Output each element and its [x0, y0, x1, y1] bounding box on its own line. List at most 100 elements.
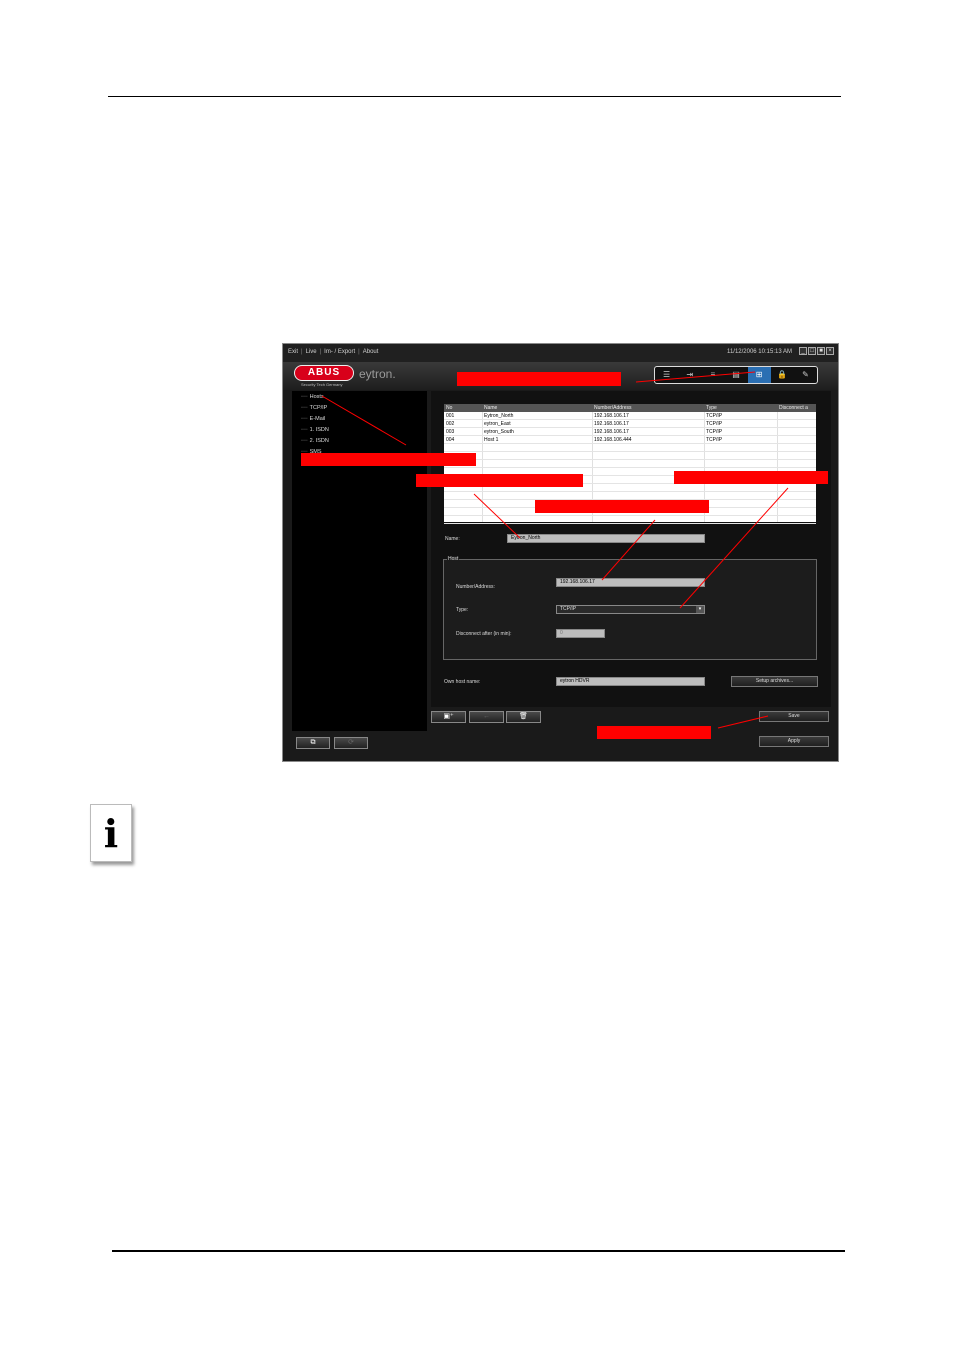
info-icon: i	[90, 804, 132, 862]
table-cell: Host 1	[484, 437, 499, 443]
table-header: No Name Number/Address Type Disconnect a	[444, 404, 816, 412]
trash-icon: 🗑	[519, 713, 528, 720]
column-header[interactable]: Name	[484, 405, 497, 411]
table-cell: 192.168.106.17	[594, 421, 629, 427]
own-host-field[interactable]: eytron HDVR	[556, 677, 705, 686]
tools-icon[interactable]: ✎	[794, 367, 817, 383]
brand-name: eytron.	[359, 367, 396, 381]
tree-connector: ┄┄	[301, 438, 308, 444]
add-host-button[interactable]: ▣⁺	[431, 711, 466, 723]
menu-about[interactable]: About	[363, 349, 379, 355]
main-menu: Exit | Live | Im- / Export | About	[288, 349, 379, 355]
callout-toolbar	[457, 372, 621, 386]
table-row[interactable]	[444, 516, 816, 524]
table-cell: 003	[446, 429, 455, 435]
tree-item-label: 2. ISDN	[309, 438, 329, 444]
host-group: Host Number/Address: 192.168.106.17 Type…	[443, 556, 817, 660]
table-row[interactable]: 003 eytron_South 192.168.106.17 TCP/IP	[444, 428, 816, 436]
table-row[interactable]: 001 Eytron_North 192.168.106.17 TCP/IP	[444, 412, 816, 420]
save-button[interactable]: Save	[759, 711, 829, 722]
logo-tagline: Security Tech Germany	[301, 382, 343, 387]
export-icon[interactable]: ⇥	[678, 367, 701, 383]
maximize-icon[interactable]: ■	[817, 347, 825, 355]
tree-item[interactable]: ┄┄ 1. ISDN	[301, 427, 329, 433]
setup-archives-button[interactable]: Setup archives...	[731, 676, 818, 687]
table-cell: 192.168.106.17	[594, 413, 629, 419]
table-cell: eytron_South	[484, 429, 514, 435]
table-row[interactable]	[444, 492, 816, 500]
lock-icon[interactable]: 🔒	[771, 367, 794, 383]
close-icon[interactable]: ×	[826, 347, 834, 355]
add-host-icon: ▣⁺	[443, 713, 454, 720]
table-row[interactable]: 002 eytron_East 192.168.106.17 TCP/IP	[444, 420, 816, 428]
delete-host-button[interactable]: 🗑	[506, 711, 541, 723]
column-header[interactable]: Disconnect a	[779, 405, 808, 411]
hosts-panel: No Name Number/Address Type Disconnect a 001…	[431, 391, 831, 707]
table-cell: 001	[446, 413, 455, 419]
apply-button[interactable]: Apply	[759, 736, 829, 747]
restore-icon[interactable]: □	[808, 347, 816, 355]
callout-grid-left	[416, 474, 583, 487]
name-field[interactable]: Eytron_North	[507, 534, 705, 543]
table-cell: 002	[446, 421, 455, 427]
type-select[interactable]: TCP/IP ▾	[556, 605, 705, 614]
callout-save	[597, 726, 711, 739]
number-address-label: Number/Address:	[456, 584, 495, 590]
camera-list-icon[interactable]: ☰	[655, 367, 678, 383]
tree-item[interactable]: ┄┄ TCP/IP	[301, 405, 327, 411]
tree-connector: ┄┄	[301, 405, 308, 411]
arrow-left-icon: ←	[483, 713, 490, 720]
tree-connector: ┄┄	[301, 427, 308, 433]
settings-icon[interactable]: ≡	[701, 367, 724, 383]
type-label: Type:	[456, 607, 469, 613]
table-cell: TCP/IP	[706, 421, 723, 427]
chevron-down-icon[interactable]: ▾	[696, 606, 704, 613]
tree-item[interactable]: ┄┄ 2. ISDN	[301, 438, 329, 444]
tree-item-label: E-Mail	[309, 416, 326, 422]
menu-im-export[interactable]: Im- / Export	[324, 349, 355, 355]
tree-connector: ┄┄	[301, 416, 308, 422]
footer-rule	[112, 1250, 845, 1252]
table-cell: 192.168.106.444	[594, 437, 632, 443]
clock-readout: 11/12/2006 10:15:13 AM	[727, 349, 792, 355]
name-label: Name:	[445, 536, 460, 542]
tree-item[interactable]: ┄┄ Hosts	[301, 394, 324, 400]
table-row[interactable]	[444, 444, 816, 452]
callout-grid-center	[535, 500, 709, 513]
abus-logo: ABUS	[294, 365, 354, 381]
network-icon[interactable]: ⊞	[747, 367, 771, 383]
back-button[interactable]: ←	[469, 711, 504, 723]
tree-item-label: TCP/IP	[309, 405, 328, 411]
disconnect-field[interactable]: 0	[556, 629, 605, 638]
type-select-value: TCP/IP	[560, 606, 577, 612]
event-icon[interactable]: ▤	[724, 367, 747, 383]
own-host-label: Own host name:	[444, 679, 481, 685]
window-controls: _ □ ■ ×	[799, 347, 834, 355]
table-row[interactable]	[444, 460, 816, 468]
callout-grid-right	[674, 471, 828, 484]
module-toolbar: ☰ ⇥ ≡ ▤ ⊞ 🔒 ✎	[654, 366, 818, 384]
table-row[interactable]: 004 Host 1 192.168.106.444 TCP/IP	[444, 436, 816, 444]
tree-item-label: Hosts	[309, 394, 324, 400]
number-address-field[interactable]: 192.168.106.17	[556, 578, 705, 587]
column-header[interactable]: Type	[706, 405, 717, 411]
menu-exit[interactable]: Exit	[288, 349, 298, 355]
header-rule	[108, 96, 841, 97]
app-screenshot: Exit | Live | Im- / Export | About 11/12/2006 …	[282, 343, 839, 762]
table-cell: TCP/IP	[706, 437, 723, 443]
copy-button[interactable]: ⧉	[296, 737, 330, 749]
column-header[interactable]: No	[446, 405, 452, 411]
minimize-icon[interactable]: _	[799, 347, 807, 355]
table-cell: Eytron_North	[484, 413, 514, 419]
refresh-icon: ⟳	[348, 739, 354, 746]
callout-tree	[301, 453, 476, 466]
menu-bar: Exit | Live | Im- / Export | About 11/12/2006 …	[283, 344, 838, 362]
menu-live[interactable]: Live	[306, 349, 317, 355]
host-group-title: Host	[447, 556, 460, 562]
refresh-button[interactable]: ⟳	[334, 737, 368, 749]
column-header[interactable]: Number/Address	[594, 405, 632, 411]
table-cell: TCP/IP	[706, 413, 723, 419]
table-cell: 004	[446, 437, 455, 443]
tree-item[interactable]: ┄┄ E-Mail	[301, 416, 325, 422]
table-row[interactable]	[444, 452, 816, 460]
